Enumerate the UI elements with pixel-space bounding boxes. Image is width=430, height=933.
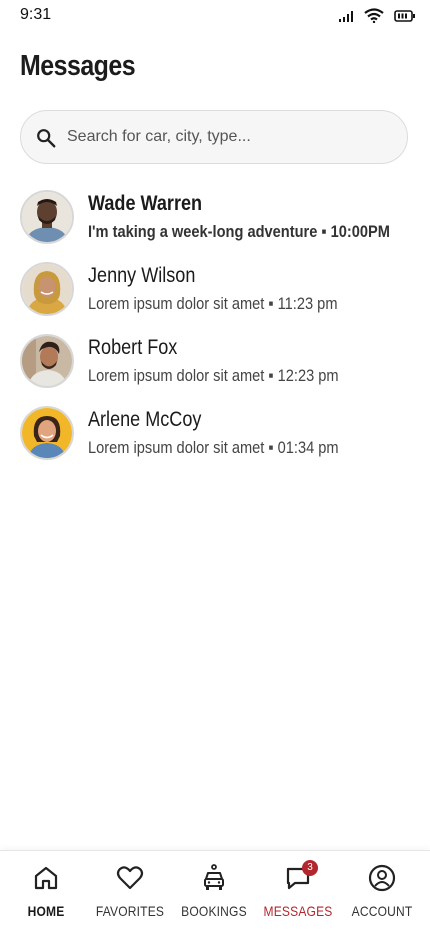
conversation-name: Jenny Wilson (88, 264, 196, 287)
conversation-item-wade-warren[interactable]: Wade Warren I'm taking a week-long adven… (20, 188, 420, 260)
messages-badge: 3 (302, 860, 318, 876)
nav-label-messages: MESSAGES (263, 903, 333, 919)
nav-item-bookings[interactable]: BOOKINGS (172, 851, 256, 933)
home-icon (34, 866, 58, 890)
conversation-preview: Lorem ipsum dolor sit amet ▪ 01:34 pm (88, 438, 339, 457)
car-icon (204, 864, 224, 890)
nav-item-home[interactable]: HOME (4, 851, 88, 933)
conversation-name: Arlene McCoy (88, 408, 202, 431)
conversation-item-jenny-wilson[interactable]: Jenny Wilson Lorem ipsum dolor sit amet … (20, 260, 420, 332)
bottom-nav: HOME FAVORITES BOOKINGS 3 MESSAGES ACCOU… (0, 850, 430, 933)
nav-item-account[interactable]: ACCOUNT (340, 851, 424, 933)
status-time: 9:31 (20, 6, 52, 23)
nav-label-favorites: FAVORITES (95, 903, 165, 919)
nav-label-bookings: BOOKINGS (181, 903, 247, 919)
avatar (20, 262, 74, 316)
status-icons (338, 8, 416, 23)
nav-label-account: ACCOUNT (351, 903, 413, 919)
avatar (20, 406, 74, 460)
conversation-preview: Lorem ipsum dolor sit amet ▪ 12:23 pm (88, 366, 339, 385)
status-bar: 9:31 (0, 0, 430, 34)
battery-icon (394, 9, 415, 22)
conversation-name: Robert Fox (88, 336, 178, 359)
nav-item-messages[interactable]: 3 MESSAGES (256, 851, 340, 933)
conversation-item-robert-fox[interactable]: Robert Fox Lorem ipsum dolor sit amet ▪ … (20, 332, 420, 404)
search-input[interactable] (67, 111, 397, 163)
nav-label-home: HOME (27, 903, 65, 919)
conversation-preview: I'm taking a week-long adventure ▪ 10:00… (88, 222, 390, 241)
conversation-list: Wade Warren I'm taking a week-long adven… (20, 188, 420, 476)
conversation-name: Wade Warren (88, 192, 203, 215)
signal-icon (339, 10, 353, 22)
wifi-icon (364, 8, 384, 23)
avatar (20, 334, 74, 388)
page-title: Messages (20, 50, 136, 82)
conversation-preview: Lorem ipsum dolor sit amet ▪ 11:23 pm (88, 294, 338, 313)
search-icon (37, 129, 56, 148)
avatar (20, 190, 74, 244)
conversation-item-arlene-mccoy[interactable]: Arlene McCoy Lorem ipsum dolor sit amet … (20, 404, 420, 476)
nav-item-favorites[interactable]: FAVORITES (88, 851, 172, 933)
account-icon (368, 864, 396, 892)
search-bar[interactable] (20, 110, 408, 164)
heart-icon (116, 866, 144, 890)
